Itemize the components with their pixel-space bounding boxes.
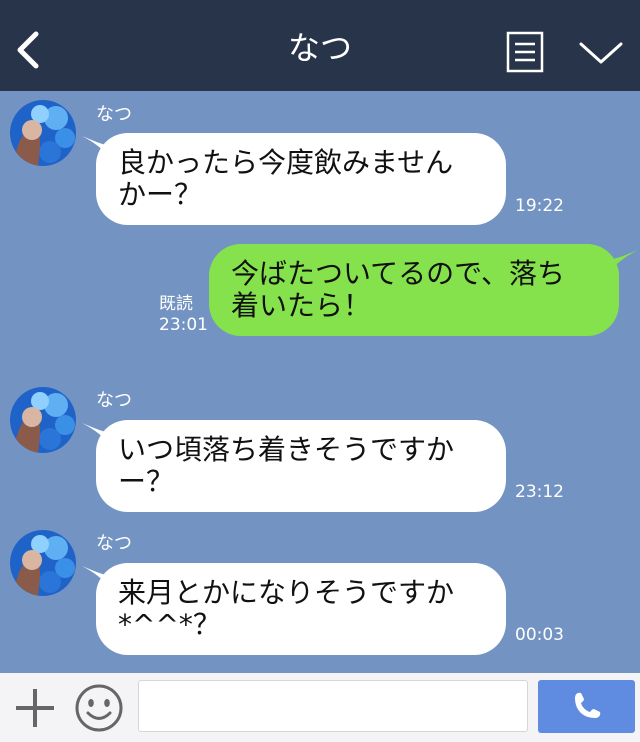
message-bubble-incoming[interactable]: 良かったら今度飲みません かー？ <box>96 133 506 225</box>
avatar[interactable] <box>10 387 76 453</box>
message-bubble-outgoing[interactable]: 今ばたついてるので、落ち 着いたら！ <box>209 244 619 336</box>
smiley-icon[interactable] <box>74 683 124 733</box>
avatar-photo-icon <box>10 530 76 596</box>
message-text-line: いつ頃落ち着きそうですか <box>118 433 455 466</box>
sender-name: なつ <box>96 104 132 125</box>
message-text-line: 良かったら今度飲みません <box>118 146 454 179</box>
read-receipt: 既読 <box>159 294 193 314</box>
avatar[interactable] <box>10 100 76 166</box>
message-input[interactable] <box>138 680 528 732</box>
avatar-photo-icon <box>10 387 76 453</box>
message-time: 23:01 <box>159 315 208 335</box>
message-bubble-incoming[interactable]: いつ頃落ち着きそうですか ー？ <box>96 420 506 512</box>
message-time: 00:03 <box>515 625 564 645</box>
message-text-line: *^^*？ <box>118 608 221 641</box>
message-text-line: かー？ <box>118 178 203 211</box>
message-text-line: 着いたら！ <box>231 289 372 322</box>
phone-icon <box>575 692 601 718</box>
plus-icon[interactable] <box>12 685 58 731</box>
message-time: 23:12 <box>515 482 564 502</box>
message-text-line: 今ばたついてるので、落ち <box>231 257 566 290</box>
list-icon[interactable] <box>506 30 544 74</box>
chat-header: なつ <box>0 0 640 91</box>
chevron-down-icon[interactable] <box>578 36 624 70</box>
sender-name: なつ <box>96 390 132 411</box>
avatar-photo-icon <box>10 100 76 166</box>
message-time: 19:22 <box>515 196 564 216</box>
chat-title: なつ <box>287 29 352 67</box>
call-button[interactable] <box>538 680 635 733</box>
sender-name: なつ <box>96 533 132 554</box>
avatar[interactable] <box>10 530 76 596</box>
input-bar <box>0 673 640 742</box>
message-text-line: ー？ <box>118 465 175 498</box>
message-bubble-incoming[interactable]: 来月とかになりそうですか *^^*？ <box>96 563 506 655</box>
message-text-line: 来月とかになりそうですか <box>118 576 455 609</box>
